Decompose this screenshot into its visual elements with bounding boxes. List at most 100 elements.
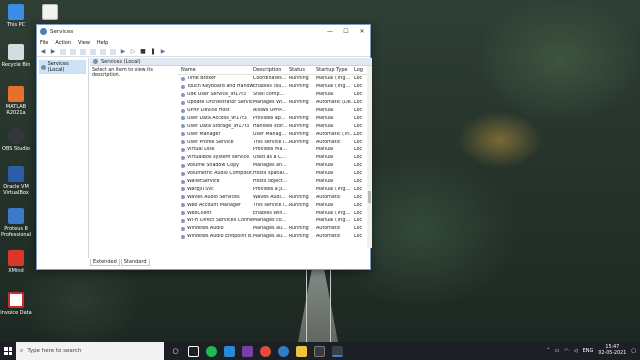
list-view-icon[interactable] bbox=[70, 48, 76, 55]
column-header-log-on[interactable]: Log bbox=[354, 67, 364, 73]
service-description-cell: Manages Wi... bbox=[253, 100, 287, 106]
volume-icon[interactable]: ◁ bbox=[574, 348, 578, 354]
document-icon bbox=[42, 4, 58, 20]
desktop-icon-proteus[interactable]: Proteus 8 Professional bbox=[0, 208, 32, 238]
pause-service-icon[interactable]: ▷ bbox=[130, 48, 136, 55]
desktop-icon-recycle-bin[interactable]: Recycle Bin bbox=[0, 44, 32, 68]
table-row[interactable]: Waves Audio Services Waves Audi... Running… bbox=[178, 193, 370, 201]
table-row[interactable]: Udk User Service_9f17f3 Shell comp... Manu… bbox=[178, 91, 370, 99]
language-indicator[interactable]: ENG bbox=[583, 348, 594, 354]
help-icon[interactable] bbox=[100, 48, 106, 55]
title-bar[interactable]: Services — ☐ ✕ bbox=[37, 25, 370, 38]
table-row[interactable]: WalletService Hosts object... Manual Loc bbox=[178, 178, 370, 186]
export-icon[interactable] bbox=[90, 48, 96, 55]
table-row[interactable]: UPnP Device Host Allows UPnP... Manual Loc bbox=[178, 107, 370, 115]
service-startup-cell: Manual bbox=[316, 115, 334, 121]
vertical-scrollbar[interactable] bbox=[367, 66, 372, 248]
column-header-description[interactable]: Description bbox=[253, 67, 289, 73]
services-taskbar-icon[interactable] bbox=[332, 345, 343, 357]
scrollbar-thumb[interactable] bbox=[368, 191, 371, 203]
desktop-icon-this-pc[interactable]: This PC bbox=[0, 4, 32, 28]
refresh-icon[interactable] bbox=[80, 48, 86, 55]
table-row[interactable]: Windows Audio Manages au... Running Automat… bbox=[178, 225, 370, 233]
service-status-cell: Running bbox=[289, 115, 309, 121]
service-startup-cell: Automatic bbox=[316, 234, 341, 240]
table-row[interactable]: Wi-Fi Direct Services Conne... Manages co… bbox=[178, 217, 370, 225]
pause-icon[interactable]: ❚ bbox=[150, 48, 156, 55]
table-row[interactable]: User Manager User Manag... Running Automati… bbox=[178, 130, 370, 138]
stop-service-icon[interactable]: ■ bbox=[140, 48, 146, 55]
clock[interactable]: 15:47 02-05-2021 bbox=[598, 345, 626, 357]
tree-item-services-local[interactable]: Services (Local) bbox=[39, 60, 86, 74]
spotify-icon[interactable] bbox=[206, 345, 217, 357]
task-view-windows-icon[interactable] bbox=[188, 345, 199, 357]
forward-icon[interactable]: ▶ bbox=[50, 48, 56, 55]
mail-icon[interactable] bbox=[224, 345, 235, 357]
start-button[interactable] bbox=[0, 342, 16, 360]
table-row[interactable]: VirtualBox system service Used as a C... M… bbox=[178, 154, 370, 162]
column-header-status[interactable]: Status bbox=[289, 67, 316, 73]
file-explorer-icon[interactable] bbox=[296, 345, 307, 357]
table-row[interactable]: Update Orchestrator Service Manages Wi...… bbox=[178, 99, 370, 107]
table-row[interactable]: Volume Shadow Copy Manages an... Manual Loc bbox=[178, 162, 370, 170]
service-description-cell: Allows UPnP... bbox=[253, 108, 286, 113]
desktop-icon-virtualbox[interactable]: Oracle VM VirtualBox bbox=[0, 166, 32, 196]
table-row[interactable]: WebClient Enables Win... Manual (Trig... Lo… bbox=[178, 209, 370, 217]
edge-icon[interactable] bbox=[278, 345, 289, 357]
table-row[interactable]: Web Account Manager This service i... Runn… bbox=[178, 201, 370, 209]
column-header-name[interactable]: Name bbox=[178, 67, 253, 73]
service-name-text: WalletService bbox=[187, 179, 220, 185]
desktop-icon-xmind[interactable]: XMind bbox=[0, 250, 32, 274]
table-row[interactable]: Windows Audio Endpoint B... Manages au...… bbox=[178, 233, 370, 241]
table-row[interactable]: Time Broker Coordinates... Running Manual (… bbox=[178, 75, 370, 83]
virtualbox-icon bbox=[8, 166, 24, 182]
desktop-icon-matlab[interactable]: MATLAB R2021a bbox=[0, 86, 32, 116]
desktop-icon-invoice-data[interactable]: Invoice Data bbox=[0, 292, 32, 316]
onenote-icon[interactable] bbox=[242, 345, 253, 357]
service-name-text: UPnP Device Host bbox=[187, 108, 230, 113]
back-icon[interactable]: ◀ bbox=[40, 48, 46, 55]
column-header-startup-type[interactable]: Startup Type bbox=[316, 67, 354, 73]
minimize-button[interactable]: — bbox=[322, 25, 338, 38]
service-status-cell: Running bbox=[289, 194, 309, 200]
menu-help[interactable]: Help bbox=[97, 40, 108, 46]
service-description-cell: Hosts spatial... bbox=[253, 171, 289, 177]
taskbar-search-box[interactable]: ⌕ Type here to search bbox=[16, 342, 164, 360]
menu-action[interactable]: Action bbox=[55, 40, 71, 46]
table-row[interactable]: Volumetric Audio Composit... Hosts spatia… bbox=[178, 170, 370, 178]
battery-icon[interactable]: ▭ bbox=[555, 348, 560, 354]
table-row[interactable]: WarpJITSvc Provides a JI... Manual (Trig..… bbox=[178, 185, 370, 193]
table-row[interactable]: Touch Keyboard and Handw... Enables Tou..… bbox=[178, 83, 370, 91]
tab-extended[interactable]: Extended bbox=[90, 259, 120, 266]
table-row[interactable]: User Data Access_9f17f3 Provides ap... Run… bbox=[178, 114, 370, 122]
table-row[interactable]: User Profile Service This service i... Run… bbox=[178, 138, 370, 146]
show-tree-icon[interactable] bbox=[60, 48, 66, 55]
bridge-rail-left bbox=[306, 262, 307, 342]
menu-view[interactable]: View bbox=[78, 40, 90, 46]
notifications-icon[interactable]: ▢ bbox=[631, 348, 636, 354]
menu-file[interactable]: File bbox=[40, 40, 48, 46]
table-row[interactable]: User Data Storage_9f17f3 Handles stor... R… bbox=[178, 122, 370, 130]
chrome-icon[interactable] bbox=[260, 345, 271, 357]
tab-standard[interactable]: Standard bbox=[120, 259, 150, 266]
close-button[interactable]: ✕ bbox=[354, 25, 370, 38]
service-gear-icon bbox=[181, 211, 185, 216]
service-name-text: User Profile Service bbox=[187, 139, 234, 145]
chevron-up-icon[interactable]: ˄ bbox=[547, 348, 550, 354]
service-status-cell: Running bbox=[289, 234, 309, 240]
recycle-bin-icon bbox=[8, 44, 24, 60]
service-startup-cell: Manual bbox=[316, 202, 334, 208]
service-startup-cell: Manual bbox=[316, 147, 334, 153]
wifi-icon[interactable]: ◠ bbox=[564, 348, 568, 354]
desktop-icon-folder[interactable] bbox=[34, 4, 66, 22]
table-row[interactable]: Virtual Disk Provides ma... Manual Loc bbox=[178, 146, 370, 154]
obs-taskbar-icon[interactable] bbox=[314, 345, 325, 357]
maximize-button[interactable]: ☐ bbox=[338, 25, 354, 38]
service-logon-cell: Loc bbox=[354, 131, 363, 137]
start-service-icon[interactable]: ▶ bbox=[120, 48, 126, 55]
properties-icon[interactable] bbox=[110, 48, 116, 55]
desktop-icon-obs[interactable]: OBS Studio bbox=[0, 128, 32, 152]
task-view-icon[interactable]: ○ bbox=[170, 346, 181, 357]
service-gear-icon bbox=[181, 140, 185, 145]
restart-service-icon[interactable]: ▶ bbox=[160, 48, 166, 55]
